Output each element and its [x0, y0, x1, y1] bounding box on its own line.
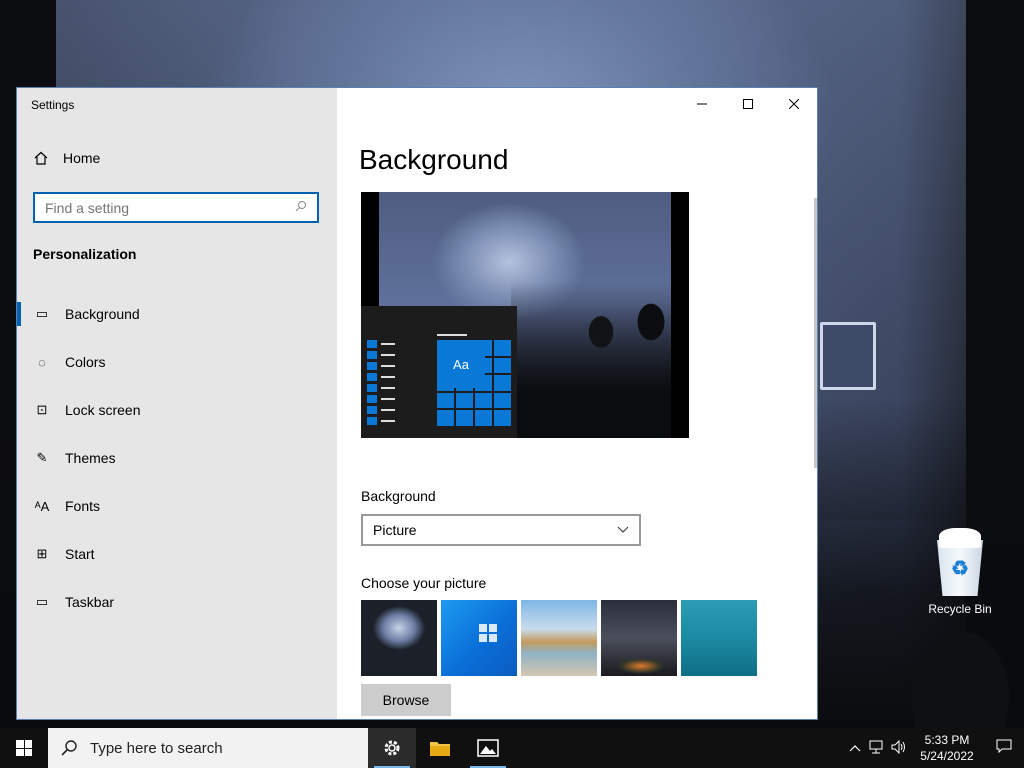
taskbar: Type here to search 5:33 PM 5/24/2022 [0, 728, 1024, 768]
search-icon [61, 740, 77, 756]
settings-window: Settings Home Personalization ▭ Backgroun… [16, 87, 818, 720]
background-dropdown[interactable]: Picture [361, 514, 641, 546]
notification-icon[interactable] [984, 738, 1024, 758]
sidebar-nav: ▭ Background ◌ Colors ⊡ Lock screen ✎ Themes ᴬA F… [17, 290, 337, 626]
gear-icon [384, 740, 400, 756]
system-tray: 5:33 PM 5/24/2022 [844, 728, 1024, 768]
picture-thumbnail-2[interactable] [441, 600, 517, 676]
preview-divider [437, 334, 467, 336]
lock-screen-icon: ⊡ [36, 402, 48, 417]
picture-thumbnail-1[interactable] [361, 600, 437, 676]
picture-thumbnail-3[interactable] [521, 600, 597, 676]
sidebar-item-label: Start [65, 546, 95, 562]
background-label: Background [361, 488, 436, 504]
clock-time: 5:33 PM [924, 733, 970, 747]
search-icon[interactable] [295, 200, 317, 216]
recycle-bin-icon: ♻ [931, 526, 989, 596]
section-title: Personalization [33, 246, 137, 262]
photos-icon [477, 739, 499, 757]
windows-logo-icon [16, 740, 32, 756]
picture-thumbnail-4[interactable] [601, 600, 677, 676]
page-title: Background [359, 144, 509, 175]
choose-picture-label: Choose your picture [361, 575, 487, 591]
scrollbar[interactable] [814, 198, 817, 468]
taskbar-settings-app[interactable] [368, 728, 416, 768]
home-label: Home [63, 150, 101, 166]
volume-icon[interactable] [888, 739, 910, 757]
preview-start-list [367, 340, 395, 428]
browse-button[interactable]: Browse [361, 684, 451, 716]
chevron-down-icon [617, 526, 629, 533]
folder-icon [430, 742, 450, 756]
picture-icon: ▭ [35, 306, 49, 321]
sidebar-item-label: Fonts [65, 498, 101, 514]
picture-thumbnail-5[interactable] [681, 600, 757, 676]
main-content: Background Aa Background Picture Choose … [337, 88, 817, 719]
taskbar-file-explorer[interactable] [416, 728, 464, 768]
sidebar-item-label: Background [65, 306, 140, 322]
sidebar-item-fonts[interactable]: ᴬA Fonts [17, 482, 337, 530]
network-icon[interactable] [866, 740, 888, 757]
window-title: Settings [31, 98, 75, 112]
sidebar-item-taskbar[interactable]: ▭ Taskbar [17, 578, 337, 626]
home-link[interactable]: Home [33, 150, 100, 166]
find-setting-input[interactable] [35, 194, 295, 221]
taskbar-search[interactable]: Type here to search [48, 728, 368, 768]
start-button[interactable] [0, 728, 48, 768]
recycle-bin-label: Recycle Bin [928, 602, 992, 616]
sidebar-item-background[interactable]: ▭ Background [17, 290, 337, 338]
clock-date: 5/24/2022 [920, 749, 974, 763]
sidebar-item-start[interactable]: ⊞ Start [17, 530, 337, 578]
sidebar-item-label: Themes [65, 450, 116, 466]
sidebar: Settings Home Personalization ▭ Backgroun… [17, 88, 337, 719]
find-setting-search [33, 192, 319, 223]
sidebar-item-label: Lock screen [65, 402, 141, 418]
background-preview: Aa [361, 192, 689, 438]
start-icon: ⊞ [36, 546, 48, 561]
home-icon [34, 151, 48, 165]
chevron-up-icon[interactable] [844, 741, 866, 755]
sidebar-item-colors[interactable]: ◌ Colors [17, 338, 337, 386]
themes-icon: ✎ [36, 450, 48, 465]
sidebar-item-label: Taskbar [65, 594, 115, 610]
background-dropdown-value: Picture [373, 522, 417, 538]
recycle-bin[interactable]: ♻ Recycle Bin [918, 520, 1002, 616]
palette-icon: ◌ [38, 354, 46, 370]
taskbar-photos-app[interactable] [464, 728, 512, 768]
preview-crowd [511, 282, 671, 438]
taskbar-search-placeholder: Type here to search [90, 739, 223, 757]
wallpaper-sign [820, 322, 876, 390]
picture-choices [361, 600, 757, 676]
sidebar-item-lock-screen[interactable]: ⊡ Lock screen [17, 386, 337, 434]
taskbar-icon: ▭ [35, 594, 49, 609]
preview-tile-text: Aa [437, 340, 485, 388]
taskbar-clock[interactable]: 5:33 PM 5/24/2022 [910, 732, 984, 764]
fonts-icon: ᴬA [34, 498, 50, 514]
sidebar-item-themes[interactable]: ✎ Themes [17, 434, 337, 482]
sidebar-item-label: Colors [65, 354, 106, 370]
